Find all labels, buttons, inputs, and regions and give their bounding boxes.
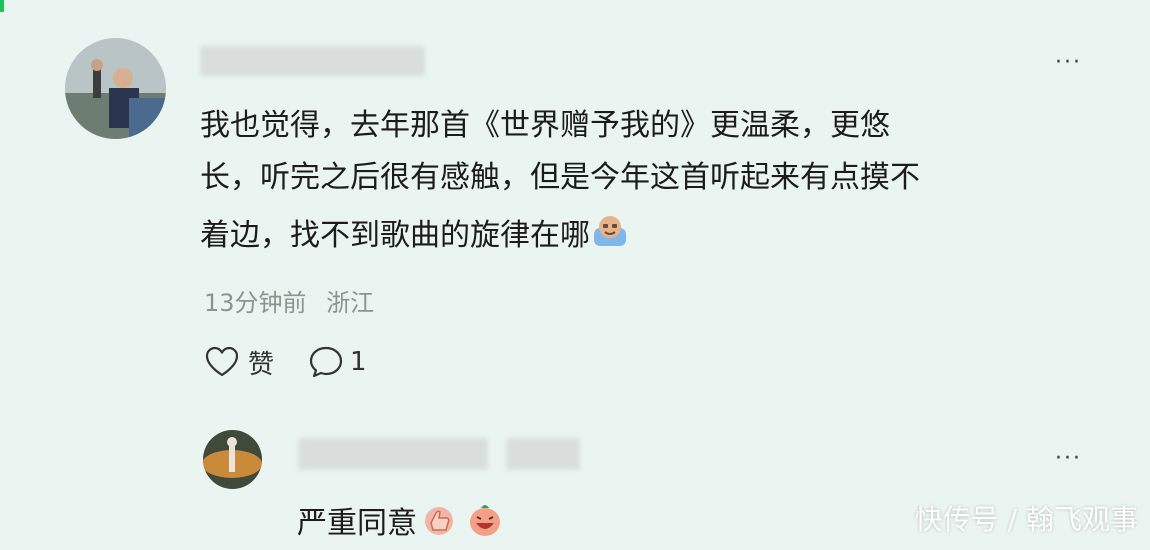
reply-line: 严重同意 <box>297 499 505 548</box>
heart-icon <box>205 346 239 377</box>
comment-text: 着边，找不到歌曲的旋律在哪 <box>200 217 590 253</box>
reply-button[interactable]: 1 <box>308 345 367 379</box>
reply-more-options-icon[interactable]: ··· <box>1055 448 1082 470</box>
commenter-name-blurred <box>200 46 425 76</box>
crying-emoji-icon <box>590 214 630 257</box>
reply-text: 严重同意 <box>297 505 417 541</box>
accent-marker <box>0 0 4 12</box>
comment-text-line-3: 着边，找不到歌曲的旋律在哪 <box>200 214 630 257</box>
comment-time: 13分钟前 <box>204 289 307 317</box>
like-label: 赞 <box>248 349 275 380</box>
watermark: 快传号 / 翰飞观事 <box>914 503 1138 536</box>
laughing-icon <box>465 499 505 548</box>
reply-count: 1 <box>350 347 367 377</box>
like-button[interactable]: 赞 <box>204 344 274 381</box>
comment-meta: 13分钟前 浙江 <box>204 283 374 318</box>
replier-name-blurred <box>298 438 488 470</box>
comment-text-line-2: 长，听完之后很有感触，但是今年这首听起来有点摸不 <box>200 160 920 195</box>
more-options-icon[interactable]: ··· <box>1055 52 1082 74</box>
comment-location: 浙江 <box>326 289 375 317</box>
replier-name-blurred-2 <box>506 438 580 470</box>
comment-actions: 赞 1 <box>204 344 367 380</box>
thumbs-up-icon <box>419 501 459 546</box>
comment-text-line-1: 我也觉得，去年那首《世界赠予我的》更温柔，更悠 <box>200 108 890 143</box>
comment-bubble-icon <box>309 346 343 378</box>
commenter-avatar[interactable] <box>65 38 166 139</box>
replier-avatar[interactable] <box>203 430 262 489</box>
